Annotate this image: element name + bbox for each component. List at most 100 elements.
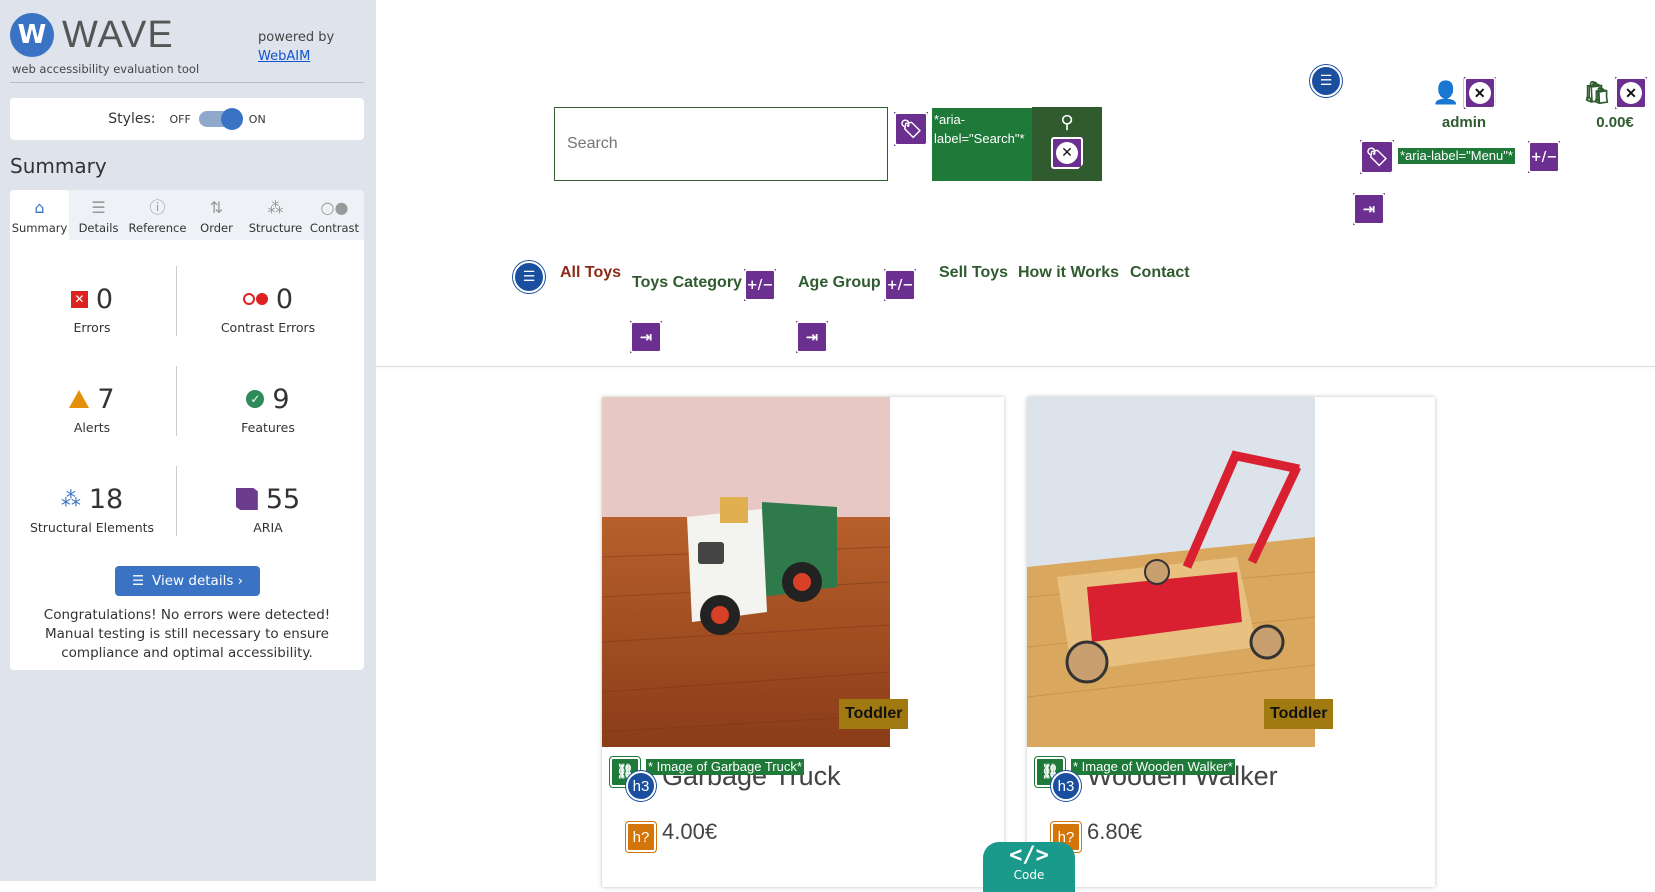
list-icon[interactable]: ☰ [1310, 65, 1342, 97]
product-card[interactable]: Toddler ⛓ Wooden Walker * Image of Woode… [1027, 397, 1435, 887]
cart-total: 0.00€ [1596, 114, 1634, 131]
nav-age-group[interactable]: Age Group [798, 274, 881, 292]
tab-label: Details [78, 221, 119, 235]
tabindex-icon[interactable]: ⇥ [1353, 193, 1385, 225]
errors-label: Errors [73, 320, 111, 335]
structural-label: Structural Elements [29, 520, 155, 535]
contrast-icon: ○● [320, 198, 349, 217]
tab-structure[interactable]: ⁂ Structure [246, 190, 305, 240]
tab-label: Summary [11, 221, 68, 235]
tab-reference[interactable]: ⓘ Reference [128, 190, 187, 240]
wave-sidebar: W WAVE web accessibility evaluation tool… [0, 0, 376, 881]
error-close-icon: ✕ [1614, 77, 1647, 109]
tab-summary[interactable]: ⌂ Summary [10, 190, 69, 240]
heading-alert-icon[interactable]: h? [626, 822, 656, 852]
wave-tabs: ⌂ Summary ☰ Details ⓘ Reference ⇅ Order … [10, 190, 364, 240]
user-link[interactable]: 👤 ✕ admin [1414, 76, 1514, 131]
user-label: admin [1441, 114, 1487, 131]
structure-icon: ⁂ [60, 487, 81, 511]
error-close-icon: ✕ [1463, 77, 1496, 109]
powered-by-label: powered by [258, 30, 335, 45]
code-icon: </> [1009, 843, 1049, 868]
wave-title: WAVE [62, 14, 174, 56]
nav-contact[interactable]: Contact [1130, 264, 1190, 282]
divider [10, 82, 364, 83]
nav-how-it-works[interactable]: How it Works [1018, 264, 1119, 282]
aria-tag-icon[interactable]: 🏷 [1360, 140, 1394, 174]
age-badge: Toddler [1264, 699, 1334, 729]
divider [176, 466, 177, 536]
feature-icon: ✓ [246, 390, 265, 408]
stat-features: ✓ 9 Features [188, 382, 348, 436]
tabindex-icon[interactable]: ⇥ [630, 321, 662, 353]
code-label: Code [1013, 868, 1045, 882]
styles-toggle-box: Styles: OFF ON [10, 98, 364, 140]
powered-by: powered by WebAIM [258, 28, 334, 66]
structural-count: 18 [88, 483, 124, 515]
nav-sell-toys[interactable]: Sell Toys [939, 264, 1008, 282]
congrats-message: Congratulations! No errors were detected… [43, 607, 331, 661]
image-alt-label: * Image of Garbage Truck* [646, 759, 804, 775]
aria-expanded-icon[interactable]: +/− [744, 269, 776, 301]
tabindex-icon[interactable]: ⇥ [796, 321, 828, 353]
tab-label: Contrast [309, 221, 360, 235]
tab-label: Structure [248, 221, 303, 235]
contrast-errors-count: 0 [275, 283, 294, 315]
nav-toys-category[interactable]: Toys Category [632, 274, 742, 292]
summary-heading: Summary [10, 154, 107, 178]
cart-link[interactable]: 🛍 ✕ 0.00€ [1580, 76, 1650, 131]
h3-icon[interactable]: h3 [1051, 771, 1081, 801]
tab-contrast[interactable]: ○● Contrast [305, 190, 364, 240]
search-aria-label: *aria-label="Search"* [932, 108, 1032, 181]
list-icon: ☰ [91, 198, 106, 217]
features-count: 9 [272, 383, 290, 415]
aria-expanded-icon[interactable]: +/− [1528, 141, 1560, 173]
user-icon: 👤 [1432, 80, 1460, 105]
list-icon: ☰ [131, 573, 145, 589]
wave-logo-icon: W [10, 13, 54, 57]
contrast-error-icon [242, 293, 268, 305]
product-image[interactable] [1027, 397, 1315, 747]
styles-off-label: OFF [169, 112, 191, 126]
alert-icon [69, 390, 90, 408]
view-details-button[interactable]: ☰ View details › [115, 566, 260, 596]
image-alt-label: * Image of Wooden Walker* [1071, 759, 1235, 775]
code-toggle-button[interactable]: </> Code [983, 842, 1075, 892]
styles-label: Styles: [108, 111, 156, 127]
contrast-errors-label: Contrast Errors [220, 320, 316, 335]
tab-label: Order [200, 221, 233, 235]
product-price: 6.80€ [1087, 819, 1143, 844]
nav-all-toys[interactable]: All Toys [560, 264, 621, 282]
webaim-link[interactable]: WebAIM [258, 47, 334, 66]
product-image[interactable] [602, 397, 890, 747]
tab-label: Reference [128, 221, 187, 235]
wave-subtitle: web accessibility evaluation tool [12, 62, 200, 76]
product-price: 4.00€ [662, 819, 718, 844]
view-details-label: View details › [152, 573, 244, 589]
info-icon: ⓘ [149, 198, 166, 217]
aria-tag-icon[interactable]: 🏷 [894, 112, 928, 146]
aria-count: 55 [265, 483, 301, 515]
product-card[interactable]: Toddler ⛓ Garbage Truck * Image of Garba… [602, 397, 1004, 887]
home-icon: ⌂ [34, 198, 45, 217]
errors-count: 0 [95, 283, 114, 315]
error-icon: ✕ [70, 290, 88, 308]
structure-icon: ⁂ [267, 198, 284, 217]
alerts-label: Alerts [73, 420, 111, 435]
tab-order[interactable]: ⇅ Order [187, 190, 246, 240]
stat-contrast-errors: 0 Contrast Errors [188, 282, 348, 336]
order-icon: ⇅ [209, 198, 224, 217]
stat-alerts: 7 Alerts [12, 382, 172, 435]
styles-toggle[interactable] [198, 108, 243, 130]
aria-expanded-icon[interactable]: +/− [884, 269, 916, 301]
alerts-count: 7 [97, 383, 115, 415]
error-close-icon: ✕ [1051, 137, 1083, 169]
divider [176, 266, 177, 336]
search-input[interactable] [554, 107, 888, 181]
search-button[interactable]: ⚲ ✕ [1032, 107, 1102, 181]
h3-icon[interactable]: h3 [626, 771, 656, 801]
list-icon[interactable]: ☰ [513, 261, 545, 293]
search-icon: ⚲ [1060, 112, 1074, 133]
age-badge: Toddler [839, 699, 909, 729]
tab-details[interactable]: ☰ Details [69, 190, 128, 240]
